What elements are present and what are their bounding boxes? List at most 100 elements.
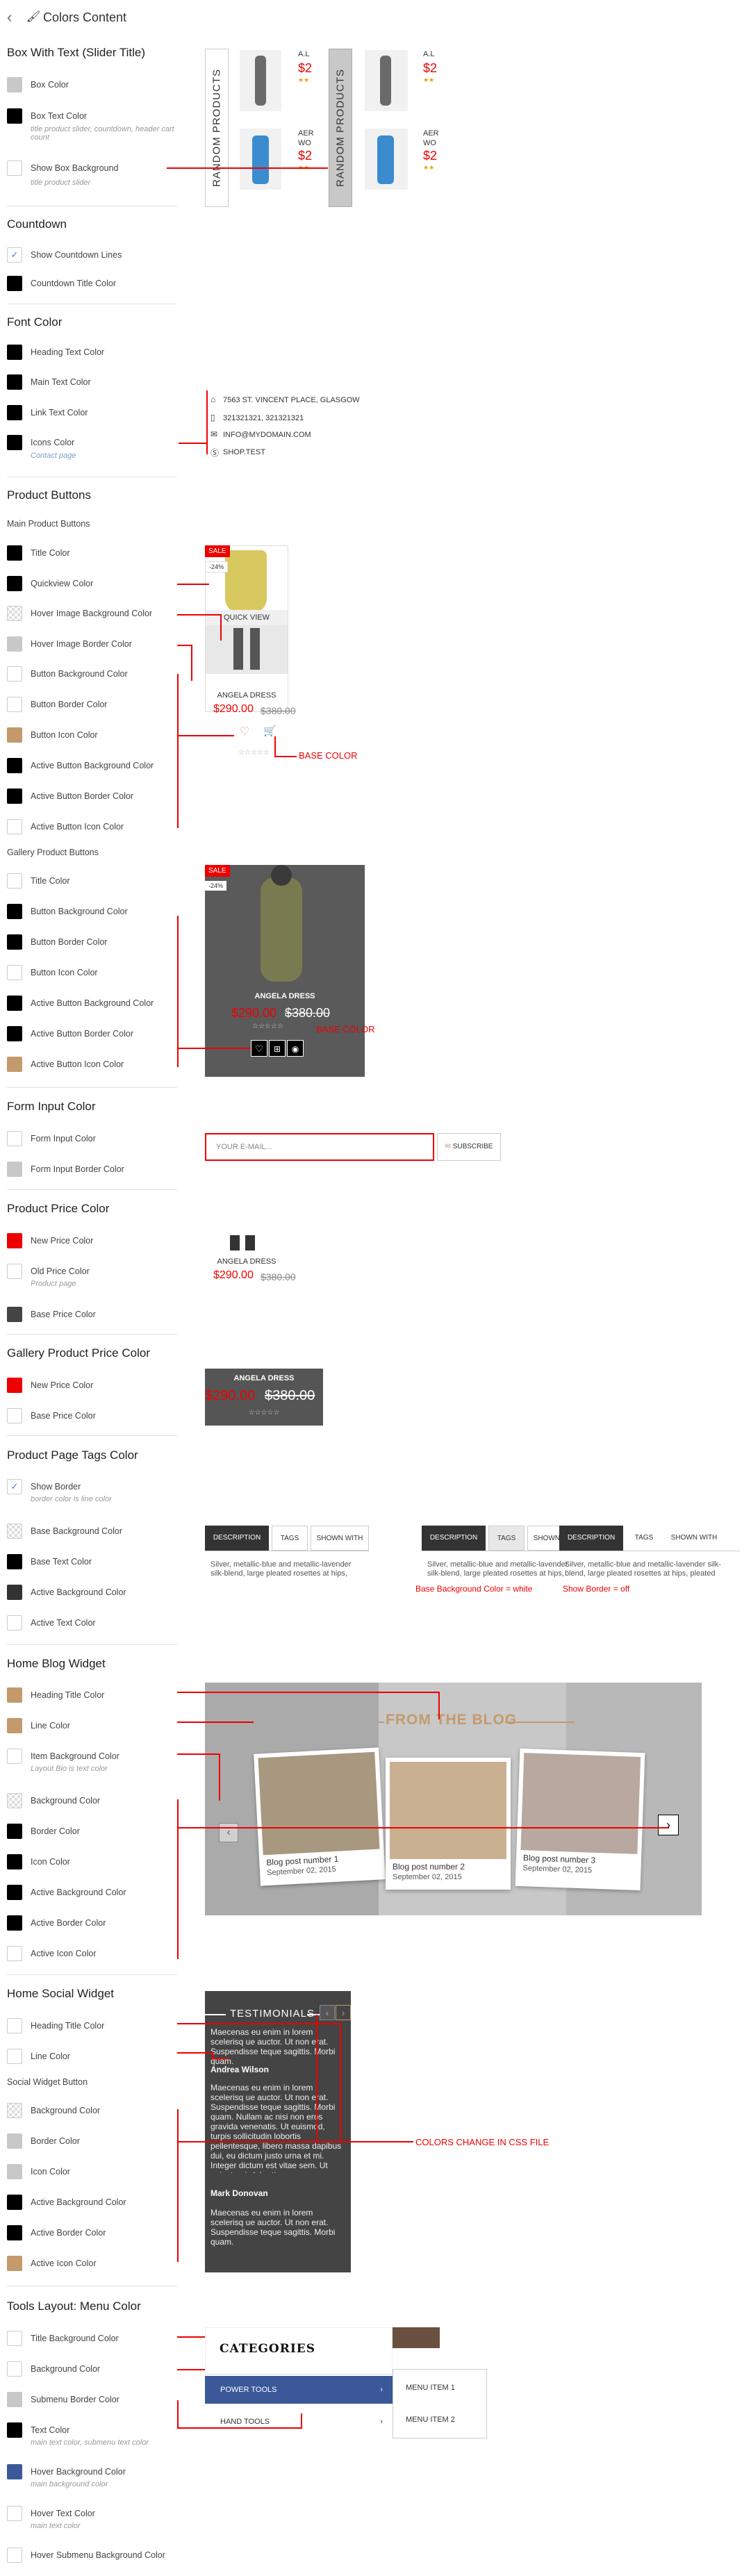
submenu-item[interactable]: MENU ITEM 1 xyxy=(406,2384,455,2392)
color-option-row[interactable]: Submenu Border Color xyxy=(7,2391,177,2408)
quickview-button[interactable]: QUICK VIEW xyxy=(206,610,288,625)
color-swatch[interactable] xyxy=(7,1057,22,1072)
color-swatch[interactable] xyxy=(7,374,22,390)
subscribe-button[interactable]: ✉ SUBSCRIBE xyxy=(437,1133,501,1161)
heart-icon[interactable]: ♡ xyxy=(251,1040,267,1057)
next-arrow-icon[interactable]: › xyxy=(336,2005,351,2020)
color-option-row[interactable]: Hover Image Border Color xyxy=(7,636,177,652)
color-option-row[interactable]: Active Border Color xyxy=(7,1915,177,1931)
color-option-row[interactable]: Active Background Color xyxy=(7,1584,177,1601)
color-swatch[interactable] xyxy=(7,2548,22,2563)
blog-post-title[interactable]: Blog post number 2 xyxy=(393,1862,465,1872)
color-swatch[interactable] xyxy=(7,1233,22,1248)
chevron-left-icon[interactable]: ‹ xyxy=(7,8,12,26)
checkbox-checked[interactable]: ✓ xyxy=(7,1479,22,1494)
color-swatch[interactable] xyxy=(7,1307,22,1322)
color-option-row[interactable]: Background Color xyxy=(7,1792,177,1809)
color-swatch[interactable] xyxy=(7,1915,22,1931)
color-option-row[interactable]: Active Button Background Color xyxy=(7,757,177,774)
color-swatch[interactable] xyxy=(7,2164,22,2179)
color-option-row[interactable]: Icon Color xyxy=(7,1853,177,1870)
color-option-row[interactable]: Hover Submenu Background Color xyxy=(7,2547,177,2563)
color-option-row[interactable]: Text Color xyxy=(7,2422,177,2438)
color-swatch[interactable] xyxy=(7,2103,22,2118)
tab-description[interactable]: DESCRIPTION xyxy=(205,1526,269,1551)
color-swatch[interactable] xyxy=(7,1554,22,1569)
color-swatch[interactable] xyxy=(7,1264,22,1279)
color-option-row[interactable]: Active Icon Color xyxy=(7,2255,177,2272)
color-swatch[interactable] xyxy=(7,2018,22,2033)
color-swatch[interactable] xyxy=(7,758,22,773)
color-option-row[interactable]: Link Text Color xyxy=(7,404,177,421)
color-swatch[interactable] xyxy=(7,2256,22,2271)
color-option-row[interactable]: Active Button Background Color xyxy=(7,995,177,1012)
color-swatch[interactable] xyxy=(7,108,22,124)
checkbox-checked[interactable]: ✓ xyxy=(7,247,22,263)
color-swatch[interactable] xyxy=(7,1749,22,1764)
color-option-row[interactable]: Form Input Color xyxy=(7,1130,177,1147)
blog-post-card[interactable]: Blog post number 3 September 02, 2015 xyxy=(515,1748,645,1891)
color-swatch[interactable] xyxy=(7,2225,22,2240)
checkbox[interactable] xyxy=(7,160,22,176)
rp-name[interactable]: AER WO xyxy=(298,129,314,148)
color-swatch[interactable] xyxy=(7,435,22,450)
color-swatch[interactable] xyxy=(7,77,22,92)
color-swatch[interactable] xyxy=(7,1854,22,1869)
tab-tags[interactable]: TAGS xyxy=(626,1526,662,1551)
rp-name[interactable]: A.L xyxy=(423,50,435,58)
cart-icon[interactable]: ⊞ xyxy=(269,1040,286,1057)
contact-email[interactable]: INFO@MYDOMAIN.COM xyxy=(223,431,311,439)
color-swatch[interactable] xyxy=(7,2392,22,2407)
color-option-row[interactable]: Title Color xyxy=(7,545,177,561)
color-swatch[interactable] xyxy=(7,1946,22,1961)
color-swatch[interactable] xyxy=(7,405,22,420)
cart-icon[interactable]: 🛒 xyxy=(263,725,277,737)
color-swatch[interactable] xyxy=(7,965,22,980)
menu-item-hand-tools[interactable]: HAND TOOLS › xyxy=(205,2408,393,2436)
color-swatch[interactable] xyxy=(7,2049,22,2064)
blog-post-card[interactable]: Blog post number 2 September 02, 2015 xyxy=(386,1758,511,1890)
color-swatch[interactable] xyxy=(7,1585,22,1600)
email-input[interactable]: YOUR E-MAIL... xyxy=(205,1133,434,1161)
next-arrow-icon[interactable]: › xyxy=(658,1815,679,1835)
product-thumb[interactable] xyxy=(240,50,281,111)
color-swatch[interactable] xyxy=(7,873,22,889)
color-option-row[interactable]: Active Button Icon Color xyxy=(7,818,177,835)
color-option-row[interactable]: Active Text Color xyxy=(7,1615,177,1631)
color-option-row[interactable]: Box Color xyxy=(7,76,177,93)
rp-name[interactable]: A.L xyxy=(298,50,310,58)
color-swatch[interactable] xyxy=(7,1824,22,1839)
color-option-row[interactable]: Form Input Border Color xyxy=(7,1161,177,1178)
product-name[interactable]: ANGELA DRESS xyxy=(205,691,288,700)
color-swatch[interactable] xyxy=(7,1885,22,1900)
prev-arrow-icon[interactable]: ‹ xyxy=(219,1823,238,1842)
color-swatch[interactable] xyxy=(7,934,22,950)
color-swatch[interactable] xyxy=(7,819,22,834)
color-option-row[interactable]: Active Button Border Color xyxy=(7,1025,177,1042)
menu-item-power-tools[interactable]: POWER TOOLS › xyxy=(205,2376,393,2404)
color-option-row[interactable]: ✓ Show Countdown Lines xyxy=(7,247,177,263)
color-option-row[interactable]: Box Text Color xyxy=(7,108,177,124)
color-swatch[interactable] xyxy=(7,2464,22,2479)
color-swatch[interactable] xyxy=(7,1378,22,1393)
color-option-row[interactable]: Active Border Color xyxy=(7,2224,177,2241)
color-option-row[interactable]: ✓ Show Border xyxy=(7,1478,177,1495)
blog-post-title[interactable]: Blog post number 3 xyxy=(523,1853,595,1865)
color-option-row[interactable]: Title Color xyxy=(7,873,177,889)
color-swatch[interactable] xyxy=(7,1408,22,1423)
eye-icon[interactable]: ◉ xyxy=(287,1040,304,1057)
color-option-row[interactable]: Show Box Background xyxy=(7,160,177,176)
color-swatch[interactable] xyxy=(7,606,22,621)
color-option-row[interactable]: Base Text Color xyxy=(7,1553,177,1570)
tab-shown-with[interactable]: SHOWN WITH xyxy=(311,1526,369,1551)
color-option-row[interactable]: Background Color xyxy=(7,2102,177,2119)
color-swatch[interactable] xyxy=(7,697,22,712)
color-swatch[interactable] xyxy=(7,904,22,919)
rp-name[interactable]: AER WO xyxy=(423,129,439,148)
tab-description[interactable]: DESCRIPTION xyxy=(422,1526,486,1551)
submenu-item[interactable]: MENU ITEM 2 xyxy=(406,2416,455,2424)
product-thumb[interactable] xyxy=(365,129,408,190)
color-swatch[interactable] xyxy=(7,2195,22,2210)
prev-arrow-icon[interactable]: ‹ xyxy=(320,2005,335,2020)
gallery-product-name[interactable]: ANGELA DRESS xyxy=(205,992,365,1000)
